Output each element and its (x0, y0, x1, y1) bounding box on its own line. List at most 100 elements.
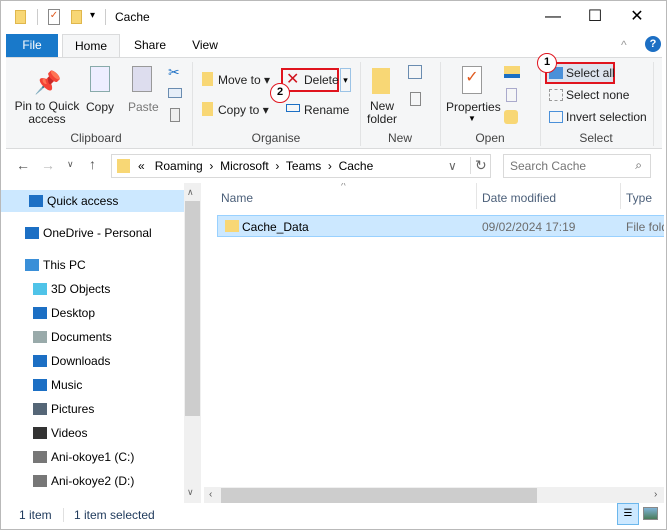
sidebar-item-label: This PC (43, 258, 86, 272)
breadcrumb-teams[interactable]: Teams (286, 159, 321, 173)
tab-view[interactable]: View (183, 34, 227, 57)
sidebar-item-label: Downloads (51, 354, 111, 368)
sidebar-item-label: Pictures (51, 402, 95, 416)
file-row[interactable]: Cache_Data 09/02/2024 17:19 File folder (217, 215, 664, 237)
up-button[interactable]: ↑ (89, 156, 96, 172)
sidebar-item-videos[interactable]: Videos (1, 422, 184, 444)
pictures-icon (33, 403, 47, 415)
sidebar-item-downloads[interactable]: Downloads (1, 350, 184, 372)
sidebar-item-3d-objects[interactable]: 3D Objects (1, 278, 184, 300)
navigation-pane: Quick access OneDrive - Personal This PC 3D… (1, 183, 201, 503)
copy-to-button[interactable]: Copy to ▾ (218, 103, 269, 117)
ribbon: 📌 Pin to Quick access Copy Paste ✂ Clipb… (6, 53, 662, 149)
address-dropdown-icon[interactable]: ∨ (448, 159, 457, 173)
breadcrumb-roaming[interactable]: Roaming (155, 159, 203, 173)
edit-icon[interactable] (506, 88, 517, 102)
refresh-icon[interactable]: ↻ (470, 157, 487, 174)
new-folder-button[interactable]: New folder (366, 100, 398, 126)
new-folder-icon (372, 68, 390, 94)
file-date: 09/02/2024 17:19 (482, 220, 576, 234)
horizontal-scrollbar[interactable]: ‹ › (204, 487, 664, 503)
folder-icon (15, 10, 26, 24)
cut-icon[interactable]: ✂ (168, 64, 180, 81)
annotation-1: 1 (537, 53, 557, 73)
new-item-icon[interactable] (408, 65, 422, 79)
cloud-icon (25, 227, 39, 239)
sidebar-item-music[interactable]: Music (1, 374, 184, 396)
back-button[interactable]: ← (16, 157, 30, 173)
move-to-button[interactable]: Move to ▾ (218, 73, 270, 87)
breadcrumb-microsoft[interactable]: Microsoft (220, 159, 269, 173)
breadcrumb-cache[interactable]: Cache (339, 159, 374, 173)
folder-icon (225, 220, 239, 232)
properties-qat-icon[interactable]: ✓ (48, 9, 60, 25)
tab-home[interactable]: Home (62, 34, 120, 58)
paste-button[interactable]: Paste (128, 100, 159, 114)
maximize-button[interactable]: ☐ (572, 5, 618, 29)
history-icon[interactable] (504, 110, 518, 124)
search-input[interactable] (510, 159, 625, 173)
breadcrumb-overflow[interactable]: « (138, 159, 145, 173)
rename-button[interactable]: Rename (304, 103, 349, 117)
column-header-name[interactable]: Name (221, 191, 253, 205)
music-icon (33, 379, 47, 391)
delete-button[interactable]: Delete (304, 73, 339, 87)
close-button[interactable]: ✕ (614, 5, 660, 29)
paste-shortcut-icon[interactable] (170, 108, 180, 122)
large-icons-view-button[interactable] (643, 507, 658, 520)
tab-file[interactable]: File (6, 34, 58, 57)
properties-icon: ✓ (462, 66, 482, 94)
sidebar-item-label: Videos (51, 426, 88, 440)
tab-share[interactable]: Share (126, 34, 174, 57)
collapse-ribbon-icon[interactable]: ^ (621, 38, 627, 52)
sidebar-item-quick-access[interactable]: Quick access (1, 190, 184, 212)
sidebar-item-ani-okoye2-d[interactable]: Ani-okoye2 (D:) (1, 470, 184, 492)
sidebar-item-onedrive-personal[interactable]: OneDrive - Personal (1, 222, 184, 244)
select-none-icon (549, 89, 563, 101)
invert-selection-button[interactable]: Invert selection (566, 110, 647, 124)
desktop-icon (33, 307, 47, 319)
sidebar-scroll-thumb[interactable] (185, 201, 200, 416)
sidebar-item-label: Documents (51, 330, 112, 344)
help-icon[interactable]: ? (645, 36, 661, 52)
sidebar-item-this-pc[interactable]: This PC (1, 254, 184, 276)
details-view-button[interactable]: ☰ (617, 503, 639, 525)
column-header-type[interactable]: Type (626, 191, 652, 205)
copy-button[interactable]: Copy (86, 100, 114, 114)
new-folder-qat-icon[interactable] (71, 10, 82, 24)
select-none-button[interactable]: Select none (566, 88, 629, 102)
forward-button[interactable]: → (41, 157, 55, 173)
qat-dropdown-icon[interactable]: ▾ (90, 10, 95, 21)
file-list: ^ Name Date modified Type Cache_Data 09/… (204, 183, 664, 503)
address-bar[interactable]: « Roaming › Microsoft › Teams › Cache ∨ … (111, 154, 491, 178)
search-box[interactable]: ⌕ (503, 154, 651, 178)
recent-locations-icon[interactable]: ∨ (67, 159, 74, 170)
column-header-date[interactable]: Date modified (482, 191, 556, 205)
invert-selection-icon (549, 111, 563, 123)
sidebar-scrollbar[interactable]: ∧ ∨ (184, 183, 201, 503)
file-type: File folder (626, 220, 664, 234)
sidebar-item-pictures[interactable]: Pictures (1, 398, 184, 420)
group-clipboard-label: Clipboard (70, 131, 122, 145)
group-open-label: Open (475, 131, 505, 145)
status-item-count: 1 item (19, 508, 52, 522)
sidebar-item-desktop[interactable]: Desktop (1, 302, 184, 324)
sidebar-item-label: Ani-okoye1 (C:) (51, 450, 135, 464)
horizontal-scroll-thumb[interactable] (221, 488, 537, 503)
pin-icon: 📌 (34, 70, 62, 95)
move-to-icon (202, 72, 213, 86)
easy-access-icon[interactable] (410, 92, 421, 106)
rename-icon (286, 104, 300, 112)
explorer-window: ✓ ▾ Cache — ☐ ✕ File Home Share View ^ ?… (0, 0, 667, 530)
copy-path-icon[interactable] (168, 88, 182, 98)
sidebar-item-ani-okoye1-c[interactable]: Ani-okoye1 (C:) (1, 446, 184, 468)
sort-ascending-icon: ^ (341, 183, 346, 192)
open-icon[interactable] (504, 66, 520, 78)
delete-dropdown[interactable]: ▾ (340, 68, 351, 92)
select-all-button[interactable]: Select all (566, 66, 615, 80)
properties-button[interactable]: Properties (446, 100, 501, 114)
pin-quick-access-button[interactable]: Pin to Quick access (9, 100, 85, 126)
video-icon (33, 427, 47, 439)
minimize-button[interactable]: — (530, 5, 576, 29)
sidebar-item-documents[interactable]: Documents (1, 326, 184, 348)
